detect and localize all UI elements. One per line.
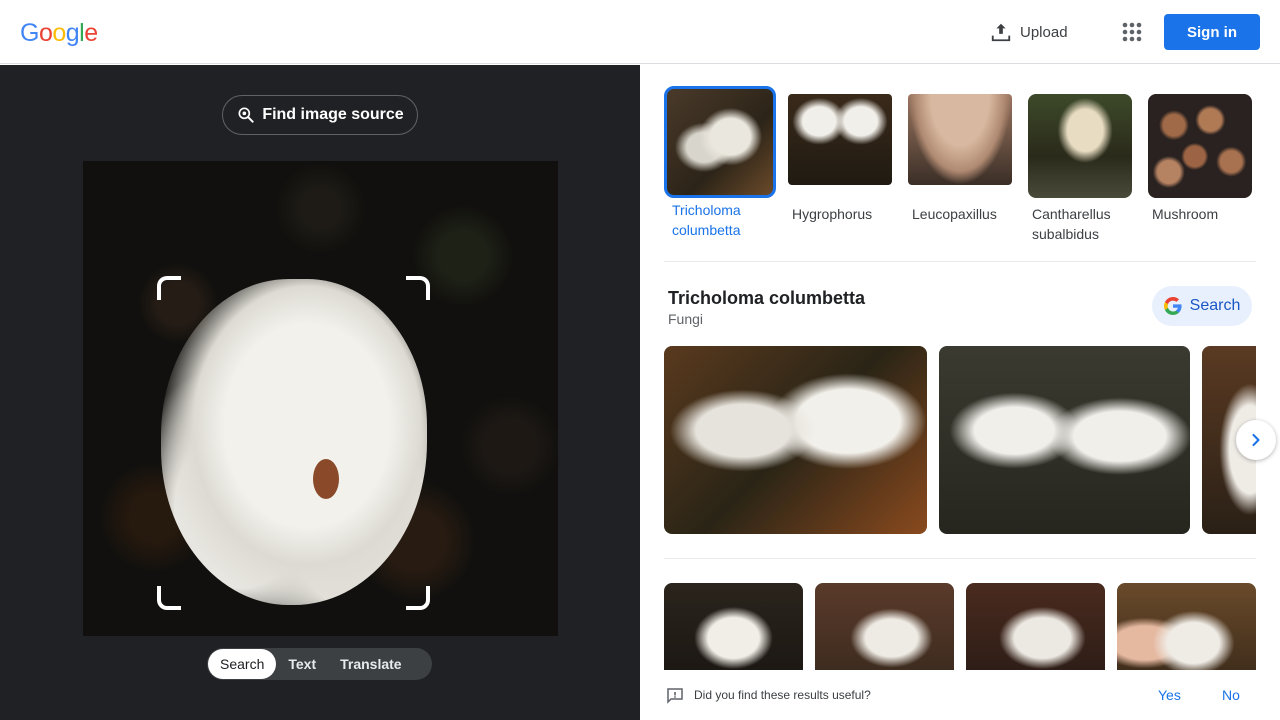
feedback-bar: Did you find these results useful? Yes N…	[640, 670, 1280, 720]
visual-match-image[interactable]	[966, 583, 1105, 670]
chip-mushroom[interactable]: Mushroom	[1148, 94, 1256, 224]
visual-match-image[interactable]	[1117, 583, 1256, 670]
chip-thumbnail	[908, 94, 1012, 185]
chip-thumbnail	[1148, 94, 1252, 198]
chip-thumbnail	[1028, 94, 1132, 198]
mode-tabs: Search Text Translate	[207, 648, 432, 680]
find-image-source-label: Find image source	[262, 106, 404, 123]
chip-thumbnail	[664, 86, 776, 198]
gallery-image[interactable]	[664, 346, 927, 534]
gallery-next-button[interactable]	[1236, 420, 1276, 460]
header: Google Upload Sign in	[0, 0, 1280, 64]
chip-leucopaxillus[interactable]: Leucopaxillus	[908, 94, 1016, 224]
mushroom-subject	[161, 279, 427, 605]
search-entity-label: Search	[1189, 297, 1241, 314]
crop-handle-bottom-right[interactable]	[406, 586, 430, 610]
query-image-panel: Find image source Search Text Translate	[0, 65, 640, 720]
divider	[664, 558, 1256, 559]
crop-handle-top-left[interactable]	[157, 276, 181, 300]
result-gallery	[664, 346, 1256, 534]
chip-label: Hygrophorus	[792, 206, 873, 222]
chip-label: Cantharellus subalbidus	[1032, 206, 1111, 242]
upload-button[interactable]: Upload	[990, 18, 1068, 46]
visual-match-image[interactable]	[815, 583, 954, 670]
chip-label: Leucopaxillus	[912, 206, 997, 222]
search-entity-button[interactable]: Search	[1152, 286, 1252, 326]
query-image	[83, 161, 558, 636]
crop-handle-bottom-left[interactable]	[157, 586, 181, 610]
entity-chips: Tricholoma columbetta Hygrophorus Leucop…	[664, 86, 1264, 250]
tab-text[interactable]: Text	[276, 649, 328, 679]
chevron-right-icon	[1252, 433, 1260, 447]
feedback-question: Did you find these results useful?	[694, 688, 871, 702]
feedback-icon	[667, 688, 683, 704]
find-image-source-button[interactable]: Find image source	[222, 95, 418, 135]
google-logo[interactable]: Google	[20, 19, 98, 48]
results-panel: Tricholoma columbetta Hygrophorus Leucop…	[640, 65, 1280, 720]
divider	[664, 261, 1256, 262]
sign-in-button[interactable]: Sign in	[1164, 14, 1260, 50]
lens-search-icon	[238, 107, 254, 123]
mushroom-stain	[313, 459, 339, 499]
result-title[interactable]: Tricholoma columbetta	[668, 288, 865, 309]
gallery-image[interactable]	[939, 346, 1190, 534]
chip-label: Mushroom	[1152, 206, 1219, 222]
selected-region[interactable]	[161, 279, 427, 605]
visual-match-image[interactable]	[664, 583, 803, 670]
tab-search[interactable]: Search	[208, 649, 277, 679]
apps-grid-icon[interactable]	[1118, 18, 1146, 46]
feedback-no-button[interactable]: No	[1222, 687, 1240, 703]
crop-handle-top-right[interactable]	[406, 276, 430, 300]
result-subtitle: Fungi	[668, 311, 704, 327]
feedback-yes-button[interactable]: Yes	[1158, 687, 1181, 703]
visual-matches-grid	[664, 583, 1256, 670]
upload-icon	[991, 23, 1011, 42]
tab-translate[interactable]: Translate	[328, 649, 413, 679]
upload-label: Upload	[1020, 23, 1068, 41]
chip-hygrophorus[interactable]: Hygrophorus	[788, 94, 896, 224]
chip-tricholoma-columbetta[interactable]: Tricholoma columbetta	[664, 86, 776, 240]
chip-cantharellus-subalbidus[interactable]: Cantharellus subalbidus	[1028, 94, 1136, 244]
chip-label: Tricholoma columbetta	[672, 202, 741, 238]
chip-thumbnail	[788, 94, 892, 185]
google-g-icon	[1163, 297, 1182, 315]
